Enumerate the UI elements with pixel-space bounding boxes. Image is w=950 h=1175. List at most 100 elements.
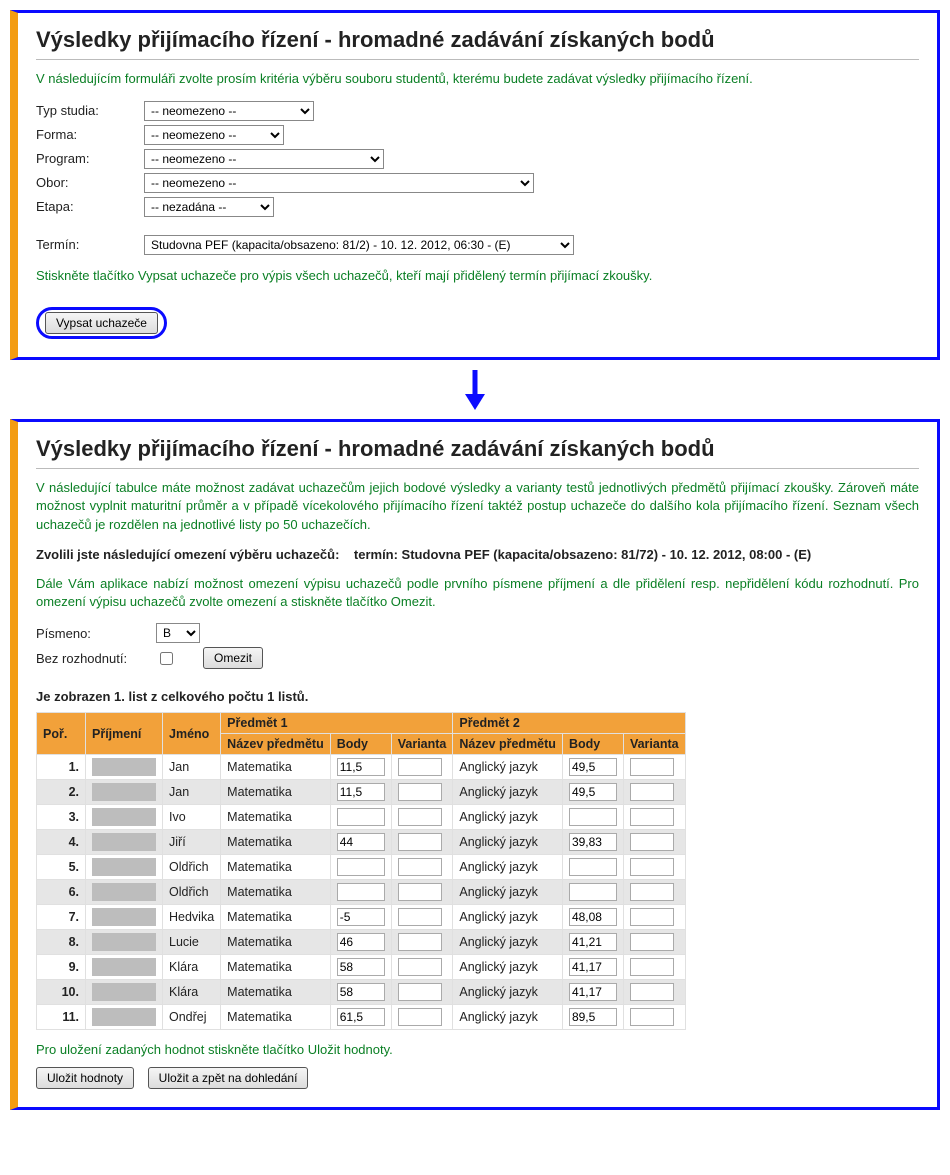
input-body2[interactable]: [569, 858, 617, 876]
table-row: 9.KláraMatematikaAnglický jazyk: [37, 955, 686, 980]
input-body2[interactable]: [569, 808, 617, 826]
cell-p2: Anglický jazyk: [453, 955, 563, 980]
intro-text: V následujícím formuláři zvolte prosím k…: [36, 70, 919, 88]
input-var2[interactable]: [630, 883, 674, 901]
input-var2[interactable]: [630, 983, 674, 1001]
label-program: Program:: [36, 151, 144, 166]
cell-p2: Anglický jazyk: [453, 855, 563, 880]
cell-prijmeni: [86, 755, 163, 780]
cell-v2: [623, 1005, 685, 1030]
select-obor[interactable]: -- neomezeno --: [144, 173, 534, 193]
input-body1[interactable]: [337, 883, 385, 901]
input-body1[interactable]: [337, 833, 385, 851]
th-body1: Body: [330, 734, 391, 755]
table-row: 7.HedvikaMatematikaAnglický jazyk: [37, 905, 686, 930]
vypsat-button[interactable]: Vypsat uchazeče: [45, 312, 158, 334]
select-etapa[interactable]: -- nezadána --: [144, 197, 274, 217]
input-body1[interactable]: [337, 958, 385, 976]
cell-v2: [623, 830, 685, 855]
arrow-down-icon: [460, 370, 490, 410]
input-body2[interactable]: [569, 983, 617, 1001]
input-var2[interactable]: [630, 808, 674, 826]
input-var2[interactable]: [630, 833, 674, 851]
input-var1[interactable]: [398, 783, 442, 801]
select-program[interactable]: -- neomezeno --: [144, 149, 384, 169]
select-termin[interactable]: Studovna PEF (kapacita/obsazeno: 81/2) -…: [144, 235, 574, 255]
cell-prijmeni: [86, 955, 163, 980]
selection-value: termín: Studovna PEF (kapacita/obsazeno:…: [354, 547, 811, 562]
input-body1[interactable]: [337, 808, 385, 826]
input-body1[interactable]: [337, 908, 385, 926]
input-var2[interactable]: [630, 858, 674, 876]
cell-b1: [330, 980, 391, 1005]
input-var1[interactable]: [398, 1008, 442, 1026]
th-body2: Body: [562, 734, 623, 755]
th-nazev1: Název předmětu: [221, 734, 331, 755]
input-body2[interactable]: [569, 908, 617, 926]
input-body1[interactable]: [337, 783, 385, 801]
cell-v1: [391, 905, 453, 930]
save-button[interactable]: Uložit hodnoty: [36, 1067, 134, 1089]
input-var1[interactable]: [398, 808, 442, 826]
surname-redacted: [92, 1008, 156, 1026]
input-body1[interactable]: [337, 933, 385, 951]
cell-jmeno: Oldřich: [163, 855, 221, 880]
input-body1[interactable]: [337, 858, 385, 876]
checkbox-bez-rozhodnuti[interactable]: [160, 652, 173, 665]
row-termin: Termín: Studovna PEF (kapacita/obsazeno:…: [36, 235, 919, 255]
select-typ[interactable]: -- neomezeno --: [144, 101, 314, 121]
input-body2[interactable]: [569, 933, 617, 951]
input-body1[interactable]: [337, 758, 385, 776]
cell-p2: Anglický jazyk: [453, 755, 563, 780]
input-body1[interactable]: [337, 983, 385, 1001]
input-var1[interactable]: [398, 958, 442, 976]
input-var1[interactable]: [398, 858, 442, 876]
flow-arrow: [10, 370, 940, 413]
input-body1[interactable]: [337, 1008, 385, 1026]
input-var2[interactable]: [630, 933, 674, 951]
th-nazev2: Název předmětu: [453, 734, 563, 755]
row-obor: Obor: -- neomezeno --: [36, 173, 919, 193]
input-body2[interactable]: [569, 883, 617, 901]
page-title-2: Výsledky přijímacího řízení - hromadné z…: [36, 436, 919, 462]
input-var2[interactable]: [630, 783, 674, 801]
cell-por: 8.: [37, 930, 86, 955]
cell-prijmeni: [86, 780, 163, 805]
omezit-button[interactable]: Omezit: [203, 647, 263, 669]
cell-p1: Matematika: [221, 955, 331, 980]
select-forma[interactable]: -- neomezeno --: [144, 125, 284, 145]
cell-p2: Anglický jazyk: [453, 1005, 563, 1030]
input-var1[interactable]: [398, 883, 442, 901]
input-var1[interactable]: [398, 983, 442, 1001]
input-body2[interactable]: [569, 958, 617, 976]
input-body2[interactable]: [569, 783, 617, 801]
page-title: Výsledky přijímacího řízení - hromadné z…: [36, 27, 919, 53]
input-var1[interactable]: [398, 908, 442, 926]
input-body2[interactable]: [569, 833, 617, 851]
select-pismeno[interactable]: B: [156, 623, 200, 643]
cell-prijmeni: [86, 830, 163, 855]
input-var1[interactable]: [398, 833, 442, 851]
input-var1[interactable]: [398, 758, 442, 776]
input-body2[interactable]: [569, 1008, 617, 1026]
results-panel: Výsledky přijímacího řízení - hromadné z…: [10, 419, 940, 1110]
save-back-button[interactable]: Uložit a zpět na dohledání: [148, 1067, 309, 1089]
input-var2[interactable]: [630, 1008, 674, 1026]
input-var2[interactable]: [630, 958, 674, 976]
cell-prijmeni: [86, 980, 163, 1005]
cell-v1: [391, 830, 453, 855]
label-pismeno: Písmeno:: [36, 626, 156, 641]
selection-line: Zvolili jste následující omezení výběru …: [36, 547, 919, 562]
input-body2[interactable]: [569, 758, 617, 776]
input-var2[interactable]: [630, 908, 674, 926]
input-var1[interactable]: [398, 933, 442, 951]
cell-jmeno: Klára: [163, 980, 221, 1005]
cell-b2: [562, 980, 623, 1005]
input-var2[interactable]: [630, 758, 674, 776]
cell-p1: Matematika: [221, 855, 331, 880]
cell-jmeno: Oldřich: [163, 880, 221, 905]
table-row: 2.JanMatematikaAnglický jazyk: [37, 780, 686, 805]
th-por: Poř.: [37, 713, 86, 755]
cell-v2: [623, 980, 685, 1005]
cell-b2: [562, 930, 623, 955]
